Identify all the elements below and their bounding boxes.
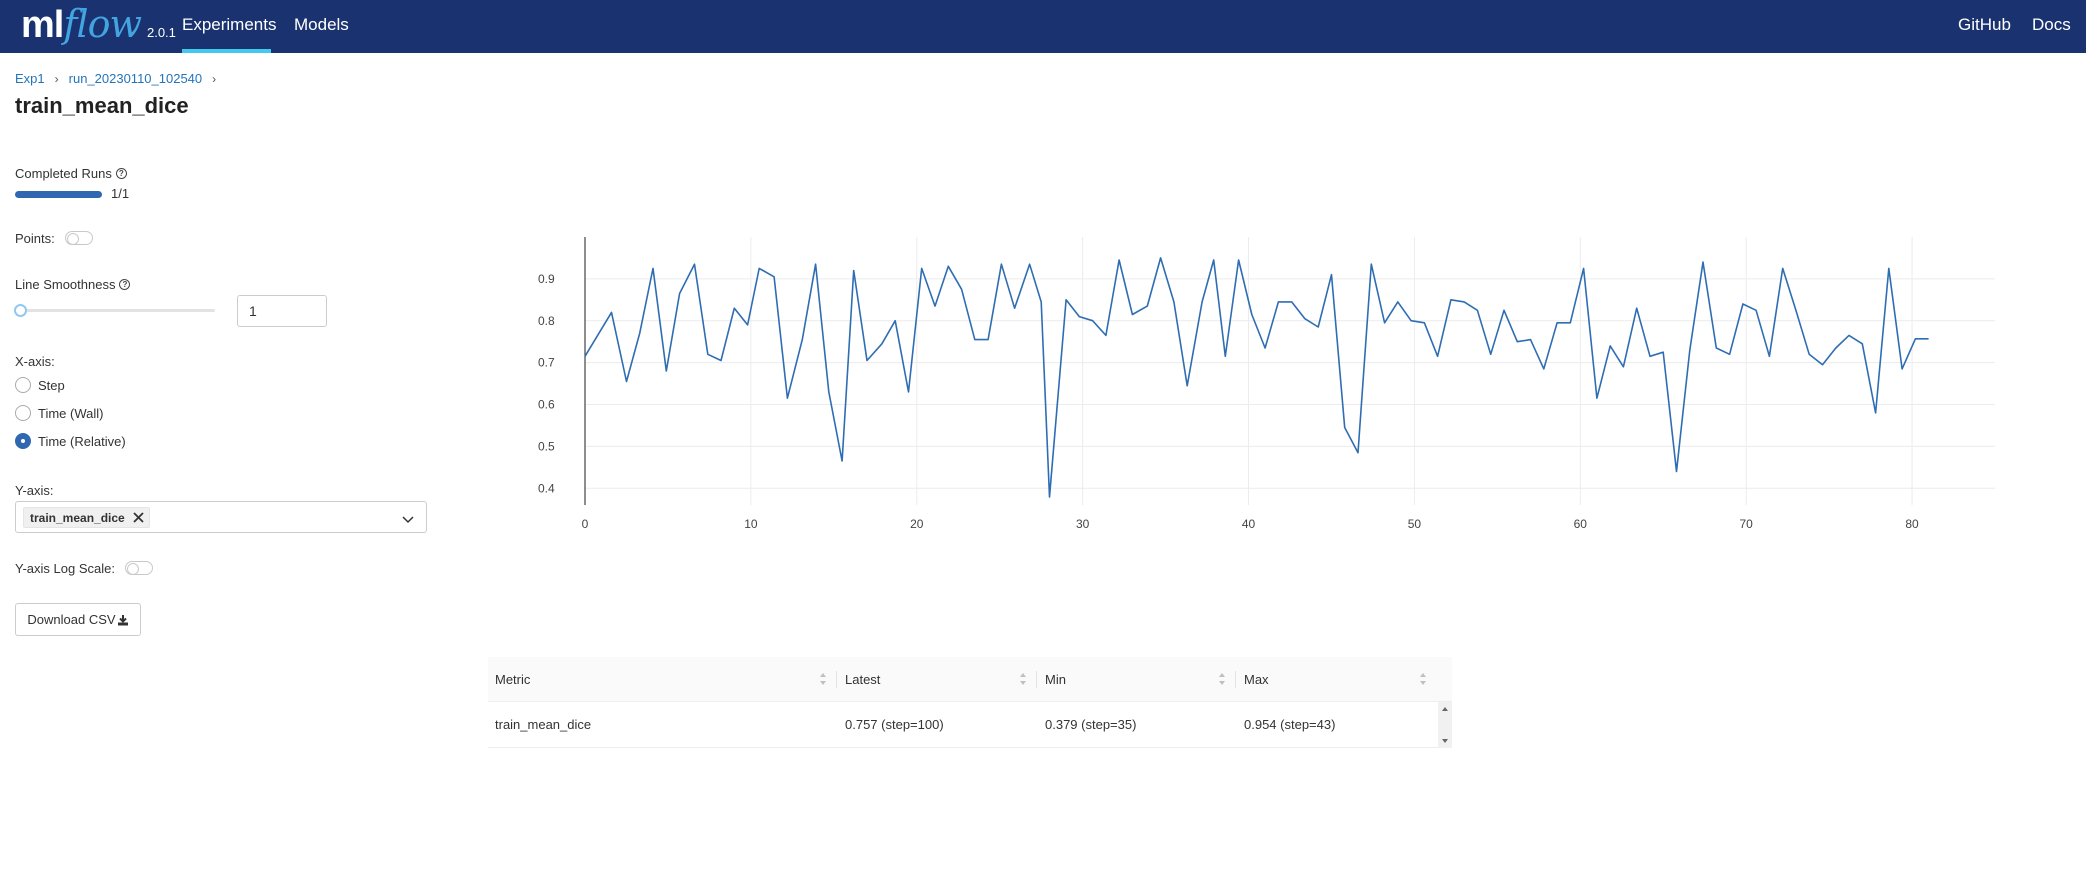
nav-active-underline [182,49,271,53]
yaxis-tag-label: train_mean_dice [30,510,125,525]
x-tick-label: 10 [744,517,758,531]
y-tick-label: 0.5 [538,439,555,453]
table-header: Metric Latest Min Max [488,657,1452,702]
metric-line-chart[interactable]: 0.4 0.5 0.6 0.7 0.8 0.9 0 10 20 30 40 50 60 70 80 [470,225,2010,535]
x-tick-label: 20 [910,517,924,531]
breadcrumb-run-link[interactable]: run_20230110_102540 [69,71,203,86]
sort-icon[interactable] [819,672,827,686]
download-csv-button[interactable]: Download CSV [15,603,141,636]
x-tick-label: 30 [1076,517,1090,531]
radio-button[interactable] [15,405,31,421]
sort-icon[interactable] [1218,672,1226,686]
y-tick-label: 0.8 [538,314,555,328]
points-label: Points: [15,231,55,246]
x-tick-label: 70 [1739,517,1753,531]
column-header-metric[interactable]: Metric [495,657,530,702]
column-divider [836,671,837,688]
top-nav-bar: ml flow 2.0.1 Experiments Models GitHub D… [0,0,2086,53]
completed-runs-label: Completed Runs [15,166,112,181]
line-smoothness-label: Line Smoothness [15,277,116,292]
version-label: 2.0.1 [146,25,176,40]
yaxis-select[interactable]: train_mean_dice [15,501,427,533]
xaxis-option-time-relative[interactable]: Time (Relative) [15,433,126,449]
breadcrumb-experiment-link[interactable]: Exp1 [15,71,45,86]
breadcrumb-separator: › [212,71,217,86]
cell-max: 0.954 (step=43) [1244,717,1336,732]
line-smoothness-slider-handle[interactable] [14,304,27,317]
metrics-summary-table: Metric Latest Min Max train_mean_dice 0.… [488,657,1452,748]
xaxis-option-time-wall[interactable]: Time (Wall) [15,405,103,421]
radio-button-selected[interactable] [15,433,31,449]
points-toggle[interactable] [65,231,93,245]
xaxis-option-step[interactable]: Step [15,377,65,393]
y-tick-label: 0.4 [538,481,555,495]
y-tick-label: 0.9 [538,272,555,286]
nav-models[interactable]: Models [294,0,349,53]
logo-ml-text: ml [21,4,64,46]
sort-icon[interactable] [1019,672,1027,686]
table-scrollbar[interactable] [1438,702,1452,748]
column-divider [1036,671,1037,688]
nav-github[interactable]: GitHub [1958,0,2011,53]
column-header-min[interactable]: Min [1045,657,1066,702]
xaxis-label: X-axis: [15,354,55,369]
xaxis-option-label: Step [38,377,65,393]
sort-icon[interactable] [1419,672,1427,686]
x-tick-label: 80 [1905,517,1919,531]
yaxis-label: Y-axis: [15,483,54,498]
x-tick-label: 60 [1574,517,1588,531]
table-row: train_mean_dice 0.757 (step=100) 0.379 (… [488,702,1452,748]
nav-experiments[interactable]: Experiments [182,0,276,53]
help-icon[interactable]: ? [119,279,131,290]
y-tick-label: 0.6 [538,398,555,412]
x-tick-label: 50 [1408,517,1422,531]
yaxis-selected-tag: train_mean_dice [23,507,150,528]
xaxis-option-label: Time (Wall) [38,405,104,421]
x-tick-label: 40 [1242,517,1256,531]
column-divider [1235,671,1236,688]
completed-runs-progress-bar [15,191,102,198]
cell-metric: train_mean_dice [495,717,592,732]
help-icon[interactable]: ? [115,168,127,179]
page-title: train_mean_dice [15,93,189,118]
column-header-max[interactable]: Max [1244,657,1269,702]
yaxis-log-toggle[interactable] [125,561,153,575]
download-icon [117,614,128,625]
column-header-latest[interactable]: Latest [845,657,880,702]
yaxis-log-label: Y-axis Log Scale: [15,561,115,576]
completed-runs-value: 1/1 [111,186,130,201]
download-csv-label: Download CSV [27,612,116,627]
line-smoothness-slider-track[interactable] [17,309,215,312]
logo-flow-text: flow [63,2,142,46]
x-tick-label: 0 [582,517,589,531]
nav-docs[interactable]: Docs [2032,0,2071,53]
y-tick-label: 0.7 [538,356,555,370]
breadcrumb: Exp1 › run_20230110_102540 › [15,71,226,86]
cell-min: 0.379 (step=35) [1045,717,1137,732]
line-smoothness-label-row: Line Smoothness ? [15,277,131,292]
line-smoothness-input[interactable] [237,295,327,327]
mlflow-logo[interactable]: ml flow 2.0.1 [21,2,176,50]
radio-button[interactable] [15,377,31,393]
xaxis-option-label: Time (Relative) [38,433,126,449]
series-line [584,257,1929,498]
remove-tag-icon[interactable] [133,512,144,523]
completed-runs-label-row: Completed Runs ? [15,166,127,181]
chevron-down-icon[interactable] [402,512,414,527]
breadcrumb-separator: › [54,71,59,86]
cell-latest: 0.757 (step=100) [845,717,944,732]
